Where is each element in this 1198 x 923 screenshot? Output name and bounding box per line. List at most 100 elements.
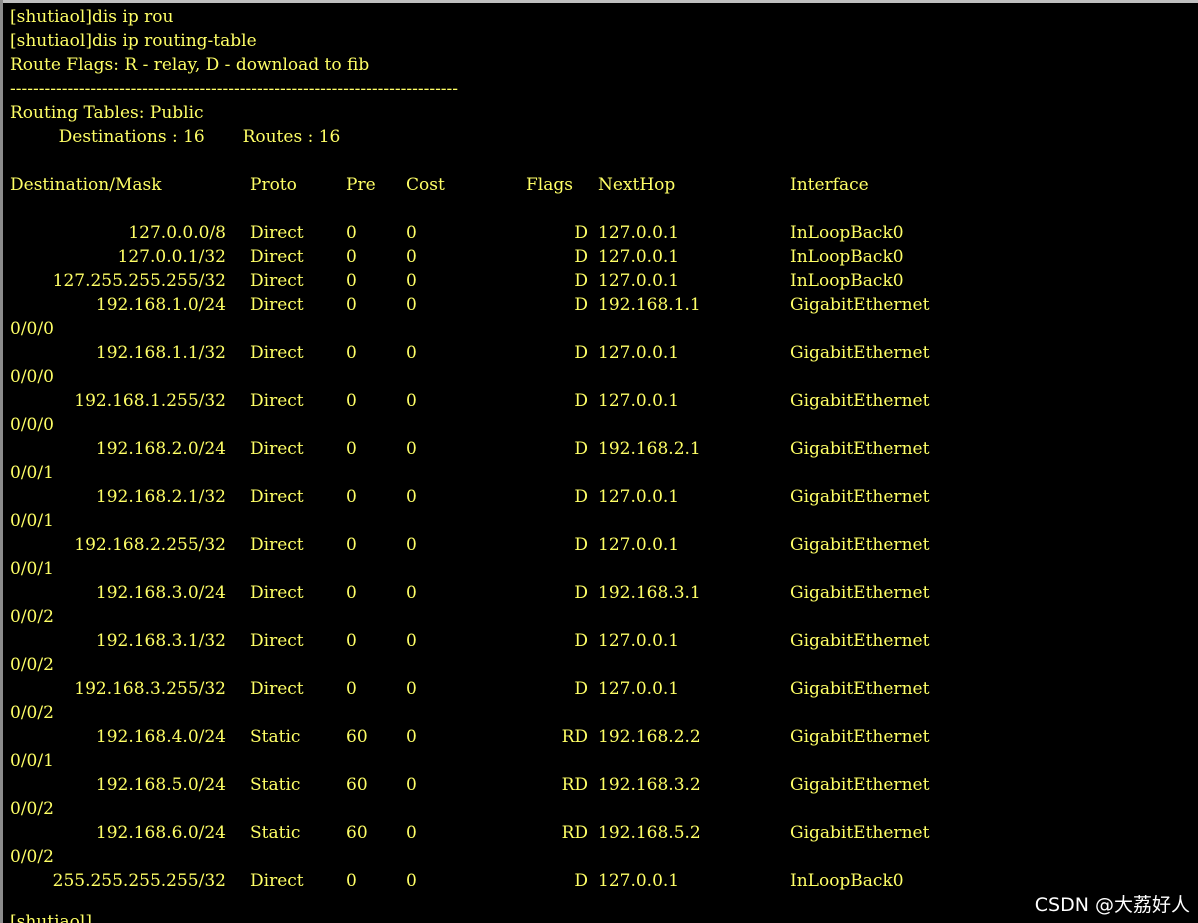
- table-row: 192.168.3.255/32 Direct 0 0 D 127.0.0.1 Gigabi…: [10, 677, 1190, 701]
- route-cost: 0: [406, 679, 417, 699]
- interface-continuation: 0/0/2: [10, 847, 54, 867]
- table-header: Destination/Mask Proto Pre Cost Flags Ne…: [10, 173, 1190, 197]
- route-flags: D: [574, 295, 588, 315]
- route-cost: 0: [406, 871, 417, 891]
- route-proto: Direct: [250, 871, 304, 891]
- route-destination: 192.168.3.255/32: [74, 679, 226, 699]
- route-cost: 0: [406, 391, 417, 411]
- table-row: 127.0.0.0/8 Direct 0 0 D 127.0.0.1 InLoopBack0: [10, 221, 1190, 245]
- route-nexthop: 127.0.0.1: [598, 871, 680, 891]
- route-nexthop: 192.168.3.1: [598, 583, 701, 603]
- route-proto: Direct: [250, 295, 304, 315]
- route-preference: 0: [346, 439, 357, 459]
- route-preference: 60: [346, 823, 368, 843]
- route-destination: 192.168.6.0/24: [95, 823, 226, 843]
- route-cost: 0: [406, 727, 417, 747]
- route-interface: InLoopBack0: [790, 247, 904, 267]
- route-nexthop: 127.0.0.1: [598, 535, 680, 555]
- route-proto: Direct: [250, 535, 304, 555]
- table-row: 192.168.5.0/24 Static 60 0 RD 192.168.3.2 Giga…: [10, 773, 1190, 797]
- header-proto: Proto: [250, 175, 297, 195]
- route-cost: 0: [406, 439, 417, 459]
- route-interface: InLoopBack0: [790, 271, 904, 291]
- route-preference: 0: [346, 271, 357, 291]
- interface-continuation: 0/0/2: [10, 655, 54, 675]
- route-preference: 0: [346, 343, 357, 363]
- route-nexthop: 127.0.0.1: [598, 223, 680, 243]
- table-row: 127.255.255.255/32 Direct 0 0 D 127.0.0.1 InLo…: [10, 269, 1190, 293]
- route-destination: 192.168.2.255/32: [74, 535, 226, 555]
- route-flags: D: [574, 679, 588, 699]
- route-destination: 192.168.5.0/24: [95, 775, 226, 795]
- route-nexthop: 127.0.0.1: [598, 391, 680, 411]
- header-nexthop: NextHop: [598, 175, 676, 195]
- route-flags: D: [574, 487, 588, 507]
- route-cost: 0: [406, 535, 417, 555]
- route-interface: GigabitEthernet: [790, 823, 930, 843]
- route-cost: 0: [406, 223, 417, 243]
- route-interface: GigabitEthernet: [790, 775, 930, 795]
- routing-table-body: 127.0.0.0/8 Direct 0 0 D 127.0.0.1 InLoopBack0…: [10, 221, 1190, 893]
- route-flags: D: [574, 247, 588, 267]
- route-proto: Direct: [250, 679, 304, 699]
- route-destination: 192.168.3.0/24: [95, 583, 226, 603]
- route-cost: 0: [406, 775, 417, 795]
- route-preference: 0: [346, 223, 357, 243]
- route-flags: RD: [561, 775, 588, 795]
- table-row: 192.168.1.1/32 Direct 0 0 D 127.0.0.1 GigabitE…: [10, 341, 1190, 365]
- separator-line: ----------------------------------------…: [10, 79, 459, 99]
- table-row: 192.168.2.0/24 Direct 0 0 D 192.168.2.1 Gigabi…: [10, 437, 1190, 461]
- route-flags: RD: [561, 727, 588, 747]
- route-proto: Static: [250, 775, 301, 795]
- table-row: 192.168.1.255/32 Direct 0 0 D 127.0.0.1 Gigabi…: [10, 389, 1190, 413]
- route-flags: RD: [561, 823, 588, 843]
- route-preference: 0: [346, 487, 357, 507]
- route-interface: GigabitEthernet: [790, 295, 930, 315]
- interface-continuation: 0/0/2: [10, 799, 54, 819]
- route-flags: D: [574, 223, 588, 243]
- route-nexthop: 192.168.1.1: [598, 295, 701, 315]
- route-proto: Direct: [250, 487, 304, 507]
- route-interface: GigabitEthernet: [790, 439, 930, 459]
- route-proto: Static: [250, 727, 301, 747]
- route-destination: 127.0.0.0/8: [128, 223, 226, 243]
- route-flags: D: [574, 631, 588, 651]
- route-interface: GigabitEthernet: [790, 583, 930, 603]
- route-preference: 0: [346, 535, 357, 555]
- route-destination: 192.168.4.0/24: [95, 727, 226, 747]
- route-flags: D: [574, 583, 588, 603]
- table-row: 192.168.2.1/32 Direct 0 0 D 127.0.0.1 GigabitE…: [10, 485, 1190, 509]
- route-cost: 0: [406, 295, 417, 315]
- interface-continuation: 0/0/2: [10, 607, 54, 627]
- route-interface: GigabitEthernet: [790, 487, 930, 507]
- routing-summary: Destinations : 16 Routes : 16: [10, 127, 341, 147]
- route-cost: 0: [406, 631, 417, 651]
- route-interface: GigabitEthernet: [790, 631, 930, 651]
- route-nexthop: 192.168.2.2: [598, 727, 701, 747]
- route-flags: D: [574, 391, 588, 411]
- route-nexthop: 192.168.2.1: [598, 439, 701, 459]
- terminal-window[interactable]: [shutiaol]dis ip rou [shutiaol]dis ip ro…: [0, 0, 1198, 923]
- route-proto: Direct: [250, 271, 304, 291]
- route-interface: GigabitEthernet: [790, 727, 930, 747]
- table-row: 192.168.3.1/32 Direct 0 0 D 127.0.0.1 GigabitE…: [10, 629, 1190, 653]
- route-nexthop: 127.0.0.1: [598, 343, 680, 363]
- route-interface: GigabitEthernet: [790, 679, 930, 699]
- route-preference: 0: [346, 679, 357, 699]
- window-left-border: [0, 0, 3, 923]
- interface-continuation: 0/0/0: [10, 367, 54, 387]
- terminal-output: [shutiaol]dis ip rou [shutiaol]dis ip ro…: [10, 5, 1190, 923]
- route-flags: D: [574, 439, 588, 459]
- route-proto: Direct: [250, 583, 304, 603]
- route-proto: Direct: [250, 631, 304, 651]
- route-destination: 192.168.1.0/24: [95, 295, 226, 315]
- route-preference: 0: [346, 631, 357, 651]
- interface-continuation: 0/0/1: [10, 559, 54, 579]
- header-destination: Destination/Mask: [10, 175, 162, 195]
- table-row: 192.168.2.255/32 Direct 0 0 D 127.0.0.1 Gigabi…: [10, 533, 1190, 557]
- route-interface: GigabitEthernet: [790, 535, 930, 555]
- route-preference: 60: [346, 775, 368, 795]
- route-cost: 0: [406, 343, 417, 363]
